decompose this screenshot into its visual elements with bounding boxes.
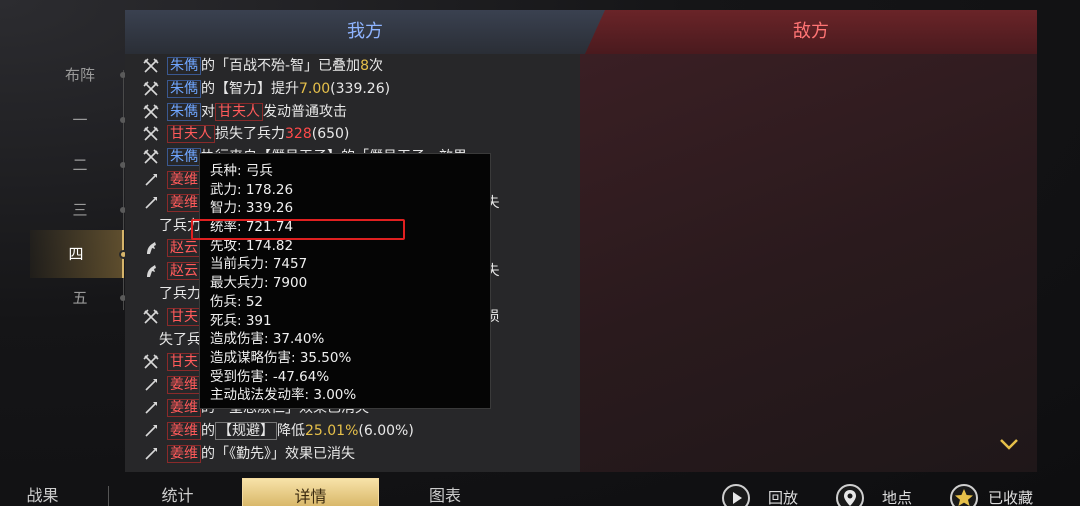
log-line: 赵云 xyxy=(143,237,201,259)
spear-icon xyxy=(145,402,157,414)
unit-stats-tooltip: 兵种: 弓兵 武力: 178.26 智力: 339.26 统率: 721.74 先攻: … xyxy=(199,153,491,409)
tab-battle-result[interactable]: 战果 xyxy=(0,478,85,506)
enemy-general-name[interactable]: 姜维 xyxy=(167,171,201,189)
log-text: 提升 xyxy=(271,80,299,97)
tooltip-stat-row: 死兵: 391 xyxy=(210,312,272,329)
log-text: 对 xyxy=(201,103,215,120)
round-rail: 布阵 一 二 三 四 五 xyxy=(0,0,128,470)
enemy-general-name[interactable]: 甘夫人 xyxy=(215,102,263,121)
log-line: 了兵力 xyxy=(159,283,201,305)
ally-general-name[interactable]: 朱儁 xyxy=(167,79,201,98)
log-text: 了兵力 xyxy=(159,286,201,302)
log-text: 【智力】 xyxy=(215,80,271,97)
play-icon xyxy=(733,492,742,504)
tooltip-stat-row: 主动战法发动率: 3.00% xyxy=(210,387,357,404)
log-line: 朱儁对甘夫人 发动普通攻击 xyxy=(143,101,347,123)
tab-charts[interactable]: 图表 xyxy=(395,478,495,506)
replay-button[interactable] xyxy=(722,484,750,506)
enemy-general-name[interactable]: 姜维 xyxy=(167,444,201,463)
log-text: (339.26) xyxy=(330,80,391,97)
favorite-button[interactable] xyxy=(950,484,978,506)
enemy-general-name[interactable]: 姜维 xyxy=(167,399,201,417)
location-pin-icon xyxy=(844,490,856,506)
log-text: 降低 xyxy=(277,422,305,439)
tooltip-stat-row: 武力: 178.26 xyxy=(210,181,294,198)
ally-general-name[interactable]: 朱儁 xyxy=(167,57,201,75)
tab-enemy-side[interactable]: 敌方 xyxy=(585,10,1037,54)
formation-label[interactable]: 布阵 xyxy=(40,60,120,90)
log-text: 的「百战不殆-智」已叠加 xyxy=(201,58,361,74)
log-text: (6.00%) xyxy=(358,422,414,439)
round-3-button[interactable]: 三 xyxy=(40,195,120,225)
crossed-swords-icon xyxy=(143,81,159,96)
highlight-box xyxy=(191,219,405,240)
tooltip-stat-row: 受到伤害: -47.64% xyxy=(210,368,330,385)
log-line: 姜维 的「《勤先》」效果已消失 xyxy=(143,443,355,465)
bottom-bar: 战果 统计 详情 图表 回放 地点 已收藏 xyxy=(0,478,1080,506)
log-text: 次 xyxy=(368,58,383,74)
round-5-button[interactable]: 五 xyxy=(40,283,120,313)
enemy-general-name[interactable]: 姜维 xyxy=(167,376,201,395)
log-text: 的 xyxy=(201,80,215,97)
tooltip-stat-row: 智力: 339.26 xyxy=(210,200,294,217)
round-2-button[interactable]: 二 xyxy=(40,150,120,180)
log-text: 的 xyxy=(201,422,215,439)
log-text: 发动普通攻击 xyxy=(263,103,347,120)
log-line: 姜维的【规避】 降低25.01%(6.00%) xyxy=(143,420,414,442)
tooltip-stat-row: 造成谋略伤害: 35.50% xyxy=(210,349,352,366)
tooltip-stat-row: 造成伤害: 37.40% xyxy=(210,331,325,348)
round-1-button[interactable]: 一 xyxy=(40,105,120,135)
damage-value: 328 xyxy=(285,126,312,143)
spear-icon xyxy=(145,174,157,186)
tooltip-stat-row: 最大兵力: 7900 xyxy=(210,275,308,292)
enemy-log-area xyxy=(580,54,1037,472)
crossed-swords-icon xyxy=(143,354,159,369)
crossed-swords-icon xyxy=(143,309,159,324)
spear-icon xyxy=(145,379,157,391)
log-text: 的「《勤先》」效果已消失 xyxy=(201,445,355,462)
spear-icon xyxy=(145,424,157,437)
tab-details[interactable]: 详情 xyxy=(242,478,379,506)
tooltip-stat-row: 伤兵: 52 xyxy=(210,293,264,310)
crossed-swords-icon xyxy=(143,58,159,73)
spear-icon xyxy=(145,447,157,460)
spear-icon xyxy=(145,196,157,209)
log-line: 朱儁 的「百战不殆-智」已叠加8次 xyxy=(143,55,383,77)
value-text: 7.00 xyxy=(299,80,331,97)
tab-statistics[interactable]: 统计 xyxy=(130,478,225,506)
divider xyxy=(108,486,109,506)
ally-general-name[interactable]: 朱儁 xyxy=(167,148,201,167)
star-icon xyxy=(955,489,973,506)
round-4-button[interactable]: 四 xyxy=(30,230,124,278)
enemy-general-name[interactable]: 甘夫人 xyxy=(167,125,215,144)
value-text: 25.01% xyxy=(305,422,359,439)
enemy-general-name[interactable]: 姜维 xyxy=(167,193,201,212)
crossed-swords-icon xyxy=(143,104,159,119)
enemy-general-name[interactable]: 赵云 xyxy=(167,262,201,281)
location-button[interactable] xyxy=(836,484,864,506)
log-line: 姜维 xyxy=(143,169,201,191)
crossed-swords-icon xyxy=(143,126,159,141)
enemy-general-name[interactable]: 姜维 xyxy=(167,421,201,440)
log-line: 朱儁 的【智力】提升7.00(339.26) xyxy=(143,78,390,100)
favorite-label[interactable]: 已收藏 xyxy=(988,482,1033,506)
log-text: (650) xyxy=(311,126,350,143)
chevron-down-icon[interactable] xyxy=(999,438,1019,450)
tooltip-stat-row: 当前兵力: 7457 xyxy=(210,256,308,273)
attribute-tag: 【规避】 xyxy=(215,421,277,440)
location-label[interactable]: 地点 xyxy=(882,482,912,506)
horse-icon xyxy=(147,265,156,278)
tab-my-side[interactable]: 我方 xyxy=(125,10,605,54)
replay-label[interactable]: 回放 xyxy=(768,482,798,506)
ally-general-name[interactable]: 朱儁 xyxy=(167,102,201,121)
tooltip-stat-row: 兵种: 弓兵 xyxy=(210,163,273,179)
horse-icon xyxy=(147,242,156,255)
log-text: 损失了兵力 xyxy=(215,126,285,143)
enemy-general-name[interactable]: 赵云 xyxy=(167,239,201,258)
value-text: 8 xyxy=(360,58,369,74)
crossed-swords-icon xyxy=(143,149,159,164)
log-line: 甘夫人 损失了兵力328(650) xyxy=(143,123,349,145)
